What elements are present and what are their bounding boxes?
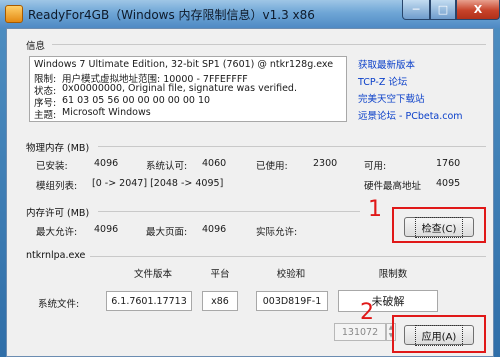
physical-memory-title: 物理内存 (MB) bbox=[26, 143, 90, 154]
divider bbox=[52, 44, 486, 45]
used-label: 已使用: bbox=[256, 161, 288, 172]
modules-value: [0 -> 2047] [2048 -> 4095] bbox=[92, 178, 224, 189]
maximize-button[interactable]: □ bbox=[430, 0, 456, 20]
limit-field: 未破解 bbox=[338, 290, 438, 312]
memory-license-title: 内存许可 (MB) bbox=[26, 208, 90, 219]
info-subject-label: 主题: bbox=[34, 110, 57, 121]
close-button[interactable]: X bbox=[456, 0, 500, 20]
installed-label: 已安装: bbox=[36, 161, 68, 172]
header-file-version: 文件版本 bbox=[133, 269, 172, 280]
max-page-value: 4096 bbox=[202, 224, 227, 235]
link-get-latest[interactable]: 获取最新版本 bbox=[358, 57, 415, 71]
check-button[interactable]: 检查(C) bbox=[404, 216, 474, 238]
hw-max-address-label: 硬件最高地址 bbox=[364, 181, 422, 192]
ntkrnlpa-section-title: ntkrnlpa.exe bbox=[26, 250, 86, 261]
system-recognized-value: 4060 bbox=[202, 158, 227, 169]
max-page-label: 最大页面: bbox=[146, 227, 188, 238]
info-serial-value: 61 03 05 56 00 00 00 00 00 10 bbox=[62, 95, 211, 106]
link-pcbeta[interactable]: 远景论坛 - PCbeta.com bbox=[358, 108, 463, 122]
actual-allowed-label: 实际允许: bbox=[256, 227, 298, 238]
apply-button[interactable]: 应用(A) bbox=[404, 324, 474, 346]
available-value: 1760 bbox=[436, 158, 461, 169]
available-label: 可用: bbox=[364, 161, 387, 172]
minimize-button[interactable]: ─ bbox=[402, 0, 430, 20]
header-platform: 平台 bbox=[210, 269, 230, 280]
max-allowed-value: 4096 bbox=[94, 224, 119, 235]
check-button-label: 检查(C) bbox=[414, 216, 464, 238]
apply-button-label: 应用(A) bbox=[414, 324, 464, 346]
annotation-step-1: 1 bbox=[368, 197, 382, 222]
link-download-site[interactable]: 完美天空下载站 bbox=[358, 91, 425, 105]
max-allowed-label: 最大允许: bbox=[36, 227, 78, 238]
info-section-title: 信息 bbox=[26, 41, 46, 52]
annotation-step-2: 2 bbox=[360, 300, 374, 325]
header-limit: 限制数 bbox=[378, 269, 408, 280]
used-value: 2300 bbox=[313, 158, 338, 169]
info-status-value: 0x00000000, Original file, signature was… bbox=[62, 83, 297, 94]
divider bbox=[90, 256, 486, 257]
file-version-field: 6.1.7601.17713 bbox=[106, 291, 192, 311]
modules-label: 模组列表: bbox=[36, 181, 78, 192]
divider bbox=[98, 211, 360, 212]
system-recognized-label: 系统认可: bbox=[146, 161, 188, 172]
hw-max-address-value: 4095 bbox=[436, 178, 461, 189]
header-checksum: 校验和 bbox=[276, 269, 306, 280]
limit-spin-input[interactable]: 131072 bbox=[334, 323, 386, 341]
platform-field: x86 bbox=[202, 291, 238, 311]
divider bbox=[98, 146, 486, 147]
window-title: ReadyFor4GB（Windows 内存限制信息）v1.3 x86 bbox=[28, 8, 315, 22]
info-subject-value: Microsoft Windows bbox=[62, 107, 151, 118]
link-tcpz-forum[interactable]: TCP-Z 论坛 bbox=[358, 74, 407, 88]
checksum-field: 003D819F-1 bbox=[256, 291, 328, 311]
info-os-line: Windows 7 Ultimate Edition, 32-bit SP1 (… bbox=[34, 59, 334, 70]
system-file-label: 系统文件: bbox=[38, 299, 80, 310]
installed-value: 4096 bbox=[94, 158, 119, 169]
app-icon bbox=[5, 5, 23, 23]
